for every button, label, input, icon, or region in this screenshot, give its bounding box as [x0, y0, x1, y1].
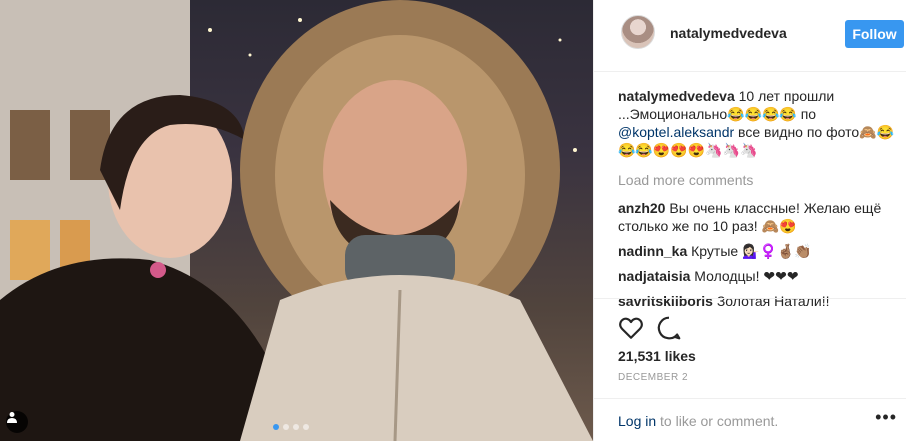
carousel-indicator: [273, 424, 309, 430]
comment-username[interactable]: nadjataisia: [618, 268, 690, 284]
heart-outline-icon[interactable]: [618, 315, 644, 341]
photo-illustration: [0, 0, 593, 441]
person-icon: [7, 412, 17, 423]
login-prompt: Log in to like or comment.: [618, 413, 778, 429]
comment-username[interactable]: nadinn_ka: [618, 243, 687, 259]
caption-mention[interactable]: @koptel.aleksandr: [618, 124, 734, 140]
avatar[interactable]: [621, 15, 655, 49]
post-date: DECEMBER 2: [618, 372, 689, 383]
login-prompt-text: to like or comment.: [656, 413, 779, 429]
comment-text: Молодцы! ❤❤❤: [690, 268, 799, 284]
comment: anzh20 Вы очень классные! Желаю ещё стол…: [618, 199, 898, 235]
comments-section: natalymedvedeva 10 лет прошли ...Эмоцион…: [618, 87, 898, 317]
login-footer: Log in to like or comment. •••: [594, 398, 906, 441]
post-photo[interactable]: [0, 0, 593, 441]
carousel-dot: [303, 424, 309, 430]
post-header: natalymedvedeva Follow: [594, 0, 906, 72]
login-link[interactable]: Log in: [618, 413, 656, 429]
load-more-comments-link[interactable]: Load more comments: [618, 171, 898, 189]
carousel-dot: [273, 424, 279, 430]
more-options-icon[interactable]: •••: [875, 407, 897, 428]
likes-count[interactable]: 21,531 likes: [618, 348, 696, 364]
caption: natalymedvedeva 10 лет прошли ...Эмоцион…: [618, 87, 898, 159]
comment-bubble-icon[interactable]: [656, 315, 682, 341]
comment-text: Крутые 💁🏻‍♀️♀️🤞🏽👏🏽: [687, 243, 812, 259]
carousel-dot: [293, 424, 299, 430]
comment: nadinn_ka Крутые 💁🏻‍♀️♀️🤞🏽👏🏽: [618, 242, 898, 260]
post-side-panel: natalymedvedeva Follow natalymedvedeva 1…: [593, 0, 906, 441]
comment: nadjataisia Молодцы! ❤❤❤: [618, 267, 898, 285]
carousel-dot: [283, 424, 289, 430]
follow-button[interactable]: Follow: [845, 20, 904, 48]
caption-username[interactable]: natalymedvedeva: [618, 88, 735, 104]
comment-username[interactable]: anzh20: [618, 200, 665, 216]
user-tag-button[interactable]: [6, 411, 28, 433]
header-username[interactable]: natalymedvedeva: [670, 25, 787, 41]
